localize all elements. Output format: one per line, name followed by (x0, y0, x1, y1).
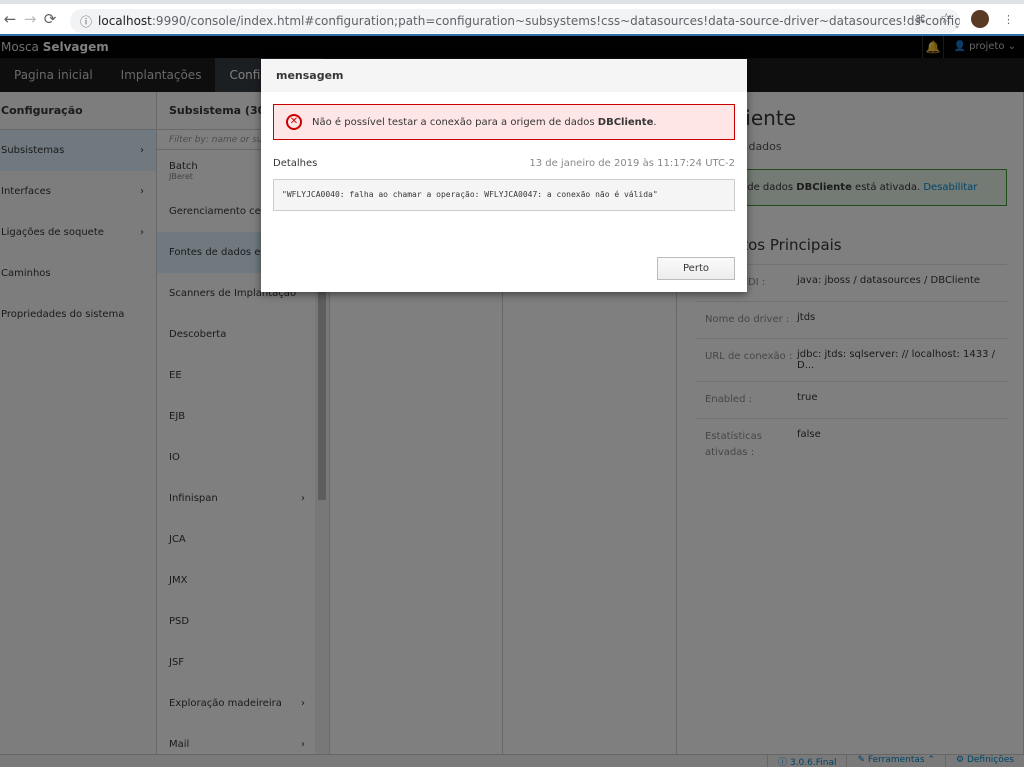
forward-icon[interactable]: → (20, 10, 40, 28)
address-bar[interactable]: ⓘ localhost:9990/console/index.html#confi… (70, 9, 960, 33)
details-label: Detalhes (273, 158, 318, 169)
close-button[interactable]: Perto (657, 257, 735, 280)
back-icon[interactable]: ← (0, 10, 20, 28)
star-icon[interactable]: ☆ (940, 11, 953, 27)
error-icon: ✕ (286, 114, 302, 130)
avatar[interactable] (971, 10, 989, 28)
details-text: "WFLYJCA0040: falha ao chamar a operação… (273, 179, 735, 211)
error-text-end: . (653, 116, 657, 128)
error-text: Não é possível testar a conexão para a o… (312, 116, 595, 128)
menu-icon[interactable]: ⋮ (1003, 13, 1014, 26)
timestamp: 13 de janeiro de 2019 às 11:17:24 UTC-2 (529, 158, 735, 169)
dialog-title: mensagem (261, 59, 747, 92)
info-icon[interactable]: ⓘ (80, 13, 92, 30)
message-dialog: mensagem ✕ Não é possível testar a conex… (261, 59, 747, 292)
error-name: DBCliente (597, 116, 654, 128)
error-alert: ✕ Não é possível testar a conexão para a… (273, 104, 735, 140)
reload-icon[interactable]: ⟳ (40, 10, 60, 28)
translate-icon[interactable]: ⌘ (915, 13, 926, 26)
browser-toolbar: ← → ⟳ ⓘ localhost:9990/console/index.html… (0, 0, 1024, 34)
